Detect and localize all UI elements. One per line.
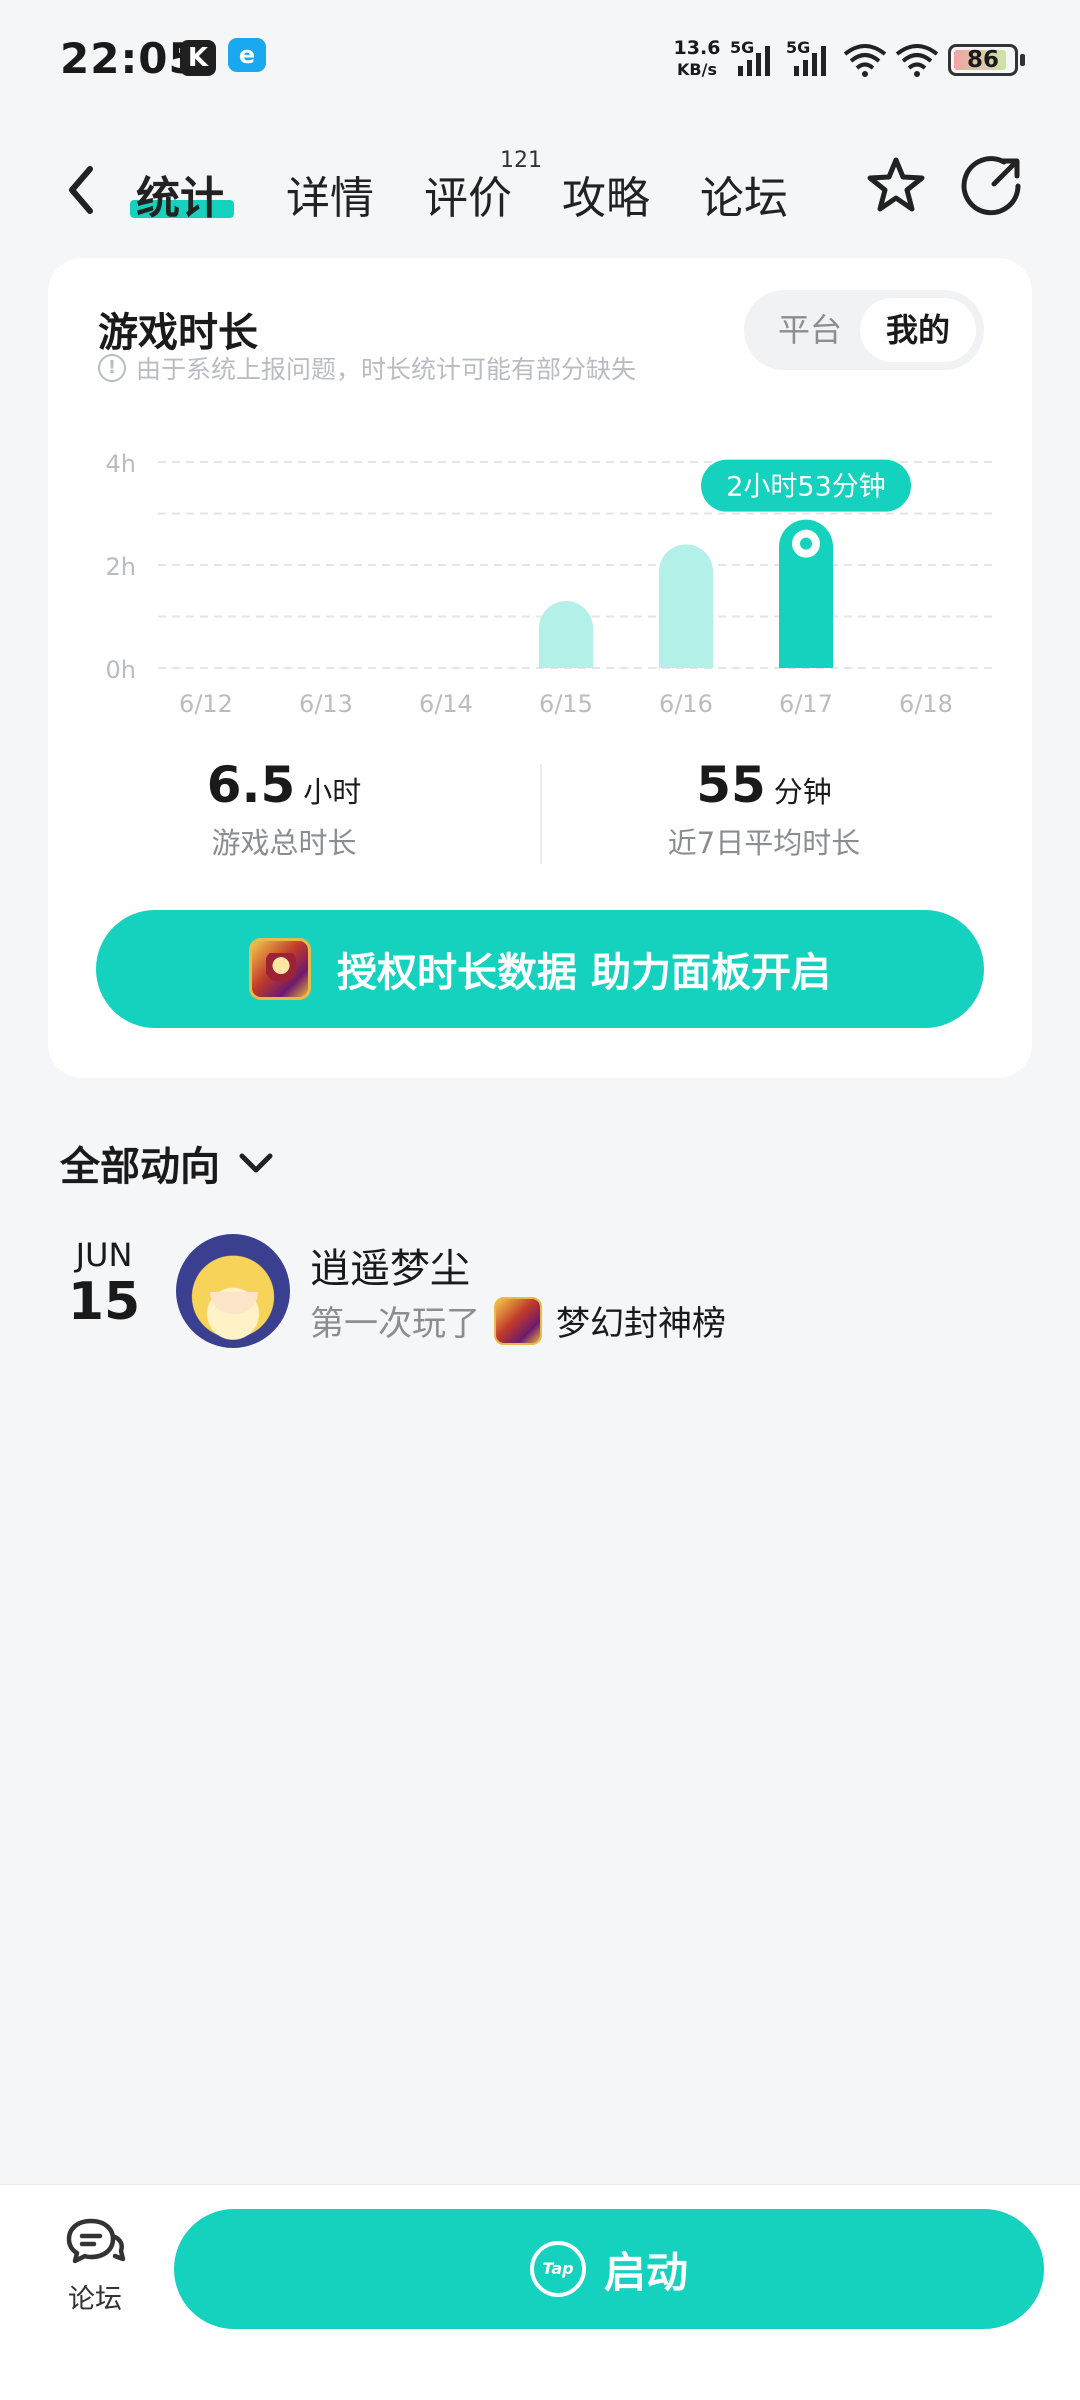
avg-playtime-label: 近7日平均时长 <box>667 826 861 860</box>
status-time: 22:05 <box>60 34 199 83</box>
wifi-icon-2 <box>895 44 939 77</box>
tab-details[interactable]: 详情 <box>286 162 374 226</box>
activity-game-name[interactable]: 梦幻封神榜 <box>556 1296 726 1345</box>
back-button[interactable] <box>56 160 106 220</box>
total-playtime-unit: 小时 <box>303 775 362 809</box>
chart-bar-base <box>539 641 593 668</box>
avg-playtime: 55 分钟 近7日平均时长 <box>594 756 934 862</box>
star-icon <box>867 157 925 212</box>
network-speed-unit: KB/s <box>677 60 717 79</box>
share-button[interactable] <box>958 152 1026 220</box>
highlight-dot-inner <box>800 537 812 550</box>
tab-guides[interactable]: 攻略 <box>562 162 650 226</box>
k-app-icon: K <box>180 40 216 76</box>
x-tick-label: 6/12 <box>179 690 233 718</box>
bottom-bar: 论坛 Tap 启动 <box>0 2184 1080 2400</box>
back-arrow-icon <box>69 166 93 214</box>
activity-filter[interactable]: 全部动向 <box>60 1134 274 1192</box>
y-tick-label: 4h <box>106 450 136 478</box>
game-icon <box>249 938 312 1000</box>
activity-date: JUN 15 <box>60 1236 148 1332</box>
total-playtime-value: 6.5 <box>206 756 296 814</box>
launch-label: 启动 <box>603 2247 688 2297</box>
share-icon <box>961 156 1021 216</box>
activity-title: 全部动向 <box>60 1144 220 1190</box>
x-tick-label: 6/17 <box>779 690 833 718</box>
x-tick-label: 6/14 <box>419 690 473 718</box>
chart-bar-base <box>779 641 833 668</box>
chart-bar-base <box>659 641 713 668</box>
signal-icon-2: 5G <box>786 38 834 80</box>
avg-playtime-value: 55 <box>696 756 766 814</box>
authorize-playtime-button[interactable]: 授权时长数据 助力面板开启 <box>96 910 984 1028</box>
stat-divider <box>540 764 542 864</box>
total-playtime-label: 游戏总时长 <box>211 826 357 860</box>
forum-icon <box>66 2218 126 2264</box>
tab-reviews[interactable]: 评价 <box>424 162 512 226</box>
playtime-chart: 4h 2h 0h 6/12 6/13 6/14 6/15 6/16 6/17 2小时53分钟 6/1… <box>106 450 998 718</box>
playtime-note-text: 由于系统上报问题，时长统计可能有部分缺失 <box>136 355 637 384</box>
battery-cap <box>1020 54 1025 66</box>
battery-level: 86 <box>966 47 999 73</box>
tab-forum[interactable]: 论坛 <box>700 162 788 226</box>
game-icon <box>494 1296 542 1345</box>
playtime-card: 游戏时长 ! 由于系统上报问题，时长统计可能有部分缺失 平台 我的 4h 2h 0h… <box>48 258 1032 1078</box>
x-tick-label: 6/18 <box>899 690 953 718</box>
activity-description: 第一次玩了 梦幻封神榜 <box>310 1296 726 1345</box>
status-bar: 22:05 K e 13.6 KB/s 5G 5G 86 <box>0 0 1080 118</box>
y-tick-label: 0h <box>106 656 136 684</box>
chart-tooltip-label: 2小时53分钟 <box>726 472 886 503</box>
favorite-button[interactable] <box>862 152 930 220</box>
launch-button[interactable]: Tap 启动 <box>174 2209 1044 2329</box>
avatar[interactable] <box>176 1234 290 1348</box>
forum-label: 论坛 <box>68 2284 122 2315</box>
playtime-segment: 平台 我的 <box>744 290 984 370</box>
segment-platform[interactable]: 平台 <box>752 298 868 362</box>
e-app-icon: e <box>228 38 266 72</box>
network-speed: 13.6 KB/s <box>672 38 722 80</box>
taptap-logo-icon: Tap <box>529 2241 586 2297</box>
x-tick-label: 6/13 <box>299 690 353 718</box>
x-tick-label: 6/15 <box>539 690 593 718</box>
activity-day: 15 <box>67 1272 141 1332</box>
activity-username[interactable]: 逍遥梦尘 <box>310 1236 470 1294</box>
network-speed-value: 13.6 <box>673 37 721 59</box>
reviews-count-badge: 121 <box>500 148 542 173</box>
forum-button[interactable]: 论坛 <box>50 2215 140 2325</box>
top-nav: 统计 详情 评价 121 攻略 论坛 <box>0 140 1080 240</box>
total-playtime: 6.5 小时 游戏总时长 <box>114 756 454 862</box>
avg-playtime-unit: 分钟 <box>773 775 832 809</box>
activity-action: 第一次玩了 <box>310 1304 480 1344</box>
tab-stats[interactable]: 统计 <box>136 162 224 226</box>
wifi-icon <box>843 44 887 77</box>
info-icon: ! <box>98 354 126 382</box>
x-tick-label: 6/16 <box>659 690 713 718</box>
segment-mine[interactable]: 我的 <box>860 298 976 362</box>
playtime-note: ! 由于系统上报问题，时长统计可能有部分缺失 <box>98 350 636 386</box>
chevron-down-icon <box>239 1153 273 1173</box>
battery-icon: 86 <box>948 44 1018 76</box>
authorize-playtime-label: 授权时长数据 助力面板开启 <box>337 950 831 996</box>
y-tick-label: 2h <box>106 553 136 581</box>
signal-icon-1: 5G <box>730 38 778 80</box>
activity-month: JUN <box>75 1236 133 1274</box>
